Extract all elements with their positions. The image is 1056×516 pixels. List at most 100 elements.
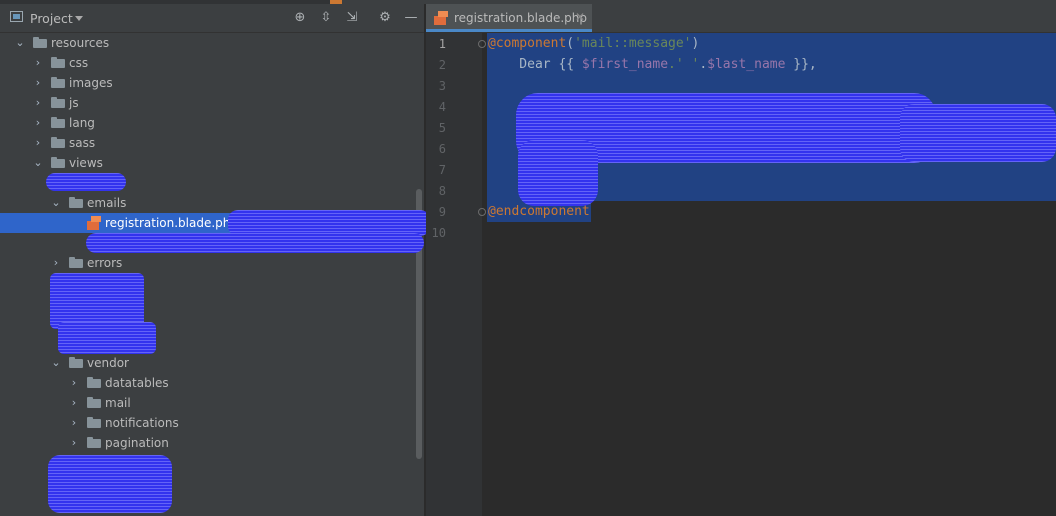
tree-item-label: js (69, 96, 79, 110)
tree-item-images[interactable]: › images (0, 73, 420, 93)
line-number: 6 (438, 142, 446, 156)
code-token: 'mail::message' (574, 36, 692, 51)
project-panel: Project ⊕ ⇳ ⇲ ⚙ — ⌄ resources › css › im… (0, 4, 424, 516)
fold-open-icon[interactable] (478, 40, 486, 48)
tree-item-label: resources (51, 36, 110, 50)
line-number: 9 (438, 205, 446, 219)
tree-item-pagination[interactable]: › pagination (0, 433, 420, 453)
chevron-right-icon[interactable]: › (68, 396, 80, 410)
folder-icon (51, 137, 65, 148)
chevron-right-icon[interactable]: › (68, 376, 80, 390)
expand-all-icon[interactable]: ⇳ (318, 10, 334, 26)
chevron-down-icon[interactable]: ⌄ (14, 36, 26, 50)
tree-item-notifications[interactable]: › notifications (0, 413, 420, 433)
folder-icon (33, 37, 47, 48)
chevron-right-icon[interactable]: › (32, 136, 44, 150)
folder-icon (51, 97, 65, 108)
code-token: $first_name (581, 57, 669, 72)
tree-item-mail[interactable]: › mail (0, 393, 420, 413)
code-token: ) (691, 36, 700, 51)
tree-item-label: images (69, 76, 113, 90)
tree-item-lang[interactable]: › lang (0, 113, 420, 133)
line-number: 1 (438, 37, 446, 51)
chevron-down-icon[interactable]: ⌄ (50, 356, 62, 370)
tree-item-js[interactable]: › js (0, 93, 420, 113)
hide-panel-icon[interactable]: — (403, 10, 419, 26)
tree-item-css[interactable]: › css (0, 53, 420, 73)
line-number: 3 (438, 79, 446, 93)
redaction-mark (86, 233, 424, 253)
folder-icon (87, 417, 101, 428)
redaction-mark (58, 322, 156, 354)
code-line-1: @component('mail::message') (488, 34, 699, 54)
redaction-mark (518, 140, 598, 206)
blade-file-icon (87, 216, 101, 230)
code-token: @endcomponent (488, 204, 590, 219)
folder-icon (87, 397, 101, 408)
chevron-down-icon[interactable] (75, 16, 83, 21)
project-panel-title[interactable]: Project (30, 11, 73, 26)
code-token: Dear {{ (488, 57, 582, 72)
tree-item-label: sass (69, 136, 96, 150)
close-icon[interactable]: ✕ (575, 10, 585, 24)
line-number: 2 (438, 58, 446, 72)
fold-close-icon[interactable] (478, 208, 486, 216)
tree-item-label: vendor (87, 356, 129, 370)
code-token: ( (566, 36, 575, 51)
tree-item-label: lang (69, 116, 95, 130)
line-number: 8 (438, 184, 446, 198)
tab-label: registration.blade.php (454, 11, 588, 25)
folder-icon (51, 57, 65, 68)
tree-item-label: css (69, 56, 89, 70)
tree-item-sass[interactable]: › sass (0, 133, 420, 153)
tree-item-label: notifications (105, 416, 179, 430)
tree-item-datatables[interactable]: › datatables (0, 373, 420, 393)
tree-item-errors[interactable]: › errors (0, 253, 420, 273)
chevron-right-icon[interactable]: › (32, 56, 44, 70)
folder-icon (69, 257, 83, 268)
code-token: }}, (785, 57, 817, 72)
project-panel-header: Project ⊕ ⇳ ⇲ ⚙ — (0, 4, 424, 33)
code-line-2: Dear {{ $first_name.' '.$last_name }}, (488, 55, 817, 75)
redaction-mark (46, 173, 126, 191)
chevron-right-icon[interactable]: › (50, 256, 62, 270)
redaction-mark (48, 455, 172, 513)
chevron-right-icon[interactable]: › (68, 436, 80, 450)
tree-item-views[interactable]: ⌄ views (0, 153, 420, 173)
redaction-mark (50, 273, 144, 329)
chevron-right-icon[interactable]: › (68, 416, 80, 430)
line-number: 5 (438, 121, 446, 135)
chevron-right-icon[interactable]: › (32, 96, 44, 110)
tree-item-resources[interactable]: ⌄ resources (0, 33, 420, 53)
tree-item-label: errors (87, 256, 123, 270)
line-number: 7 (438, 163, 446, 177)
chevron-down-icon[interactable]: ⌄ (32, 156, 44, 170)
editor-tab-bar: registration.blade.php ✕ (426, 4, 1056, 33)
tree-item-label: views (69, 156, 103, 170)
tree-item-label: datatables (105, 376, 169, 390)
folder-icon (69, 197, 83, 208)
tab-registration-blade[interactable]: registration.blade.php ✕ (426, 4, 592, 32)
tree-item-label: pagination (105, 436, 169, 450)
project-icon (10, 11, 23, 22)
tree-item-vendor[interactable]: ⌄ vendor (0, 353, 420, 373)
folder-icon (51, 117, 65, 128)
folder-icon (51, 77, 65, 88)
folder-icon (87, 437, 101, 448)
locate-file-icon[interactable]: ⊕ (292, 10, 308, 26)
tree-item-label: registration.blade.php (105, 216, 239, 230)
line-number: 4 (438, 100, 446, 114)
gear-icon[interactable]: ⚙ (377, 10, 393, 26)
code-token: @component (488, 36, 567, 51)
chevron-down-icon[interactable]: ⌄ (50, 196, 62, 210)
collapse-all-icon[interactable]: ⇲ (344, 10, 360, 26)
tree-item-label: emails (87, 196, 127, 210)
redaction-mark (900, 104, 1056, 162)
line-number: 10 (431, 226, 446, 240)
chevron-right-icon[interactable]: › (32, 76, 44, 90)
chevron-right-icon[interactable]: › (32, 116, 44, 130)
tree-item-label: mail (105, 396, 131, 410)
code-token: .' ' (668, 57, 700, 72)
folder-icon (87, 377, 101, 388)
code-token: $last_name (707, 57, 786, 72)
